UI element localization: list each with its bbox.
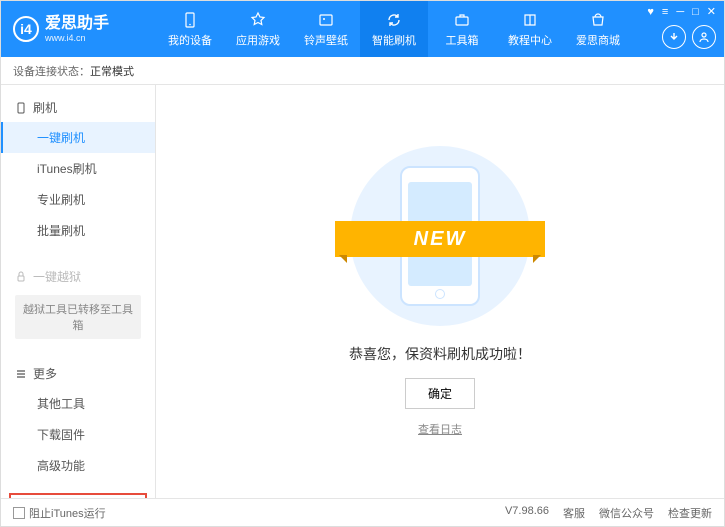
download-icon[interactable] bbox=[662, 25, 686, 49]
nav-flash[interactable]: 智能刷机 bbox=[360, 1, 428, 57]
sidebar-header-label: 刷机 bbox=[33, 99, 57, 116]
ok-button[interactable]: 确定 bbox=[405, 378, 475, 409]
nav-my-device[interactable]: 我的设备 bbox=[156, 1, 224, 57]
phone-icon bbox=[15, 102, 27, 114]
nav-tutorials[interactable]: 教程中心 bbox=[496, 1, 564, 57]
jailbreak-note: 越狱工具已转移至工具箱 bbox=[15, 295, 141, 339]
checkbox-icon bbox=[13, 507, 25, 519]
logo-text: 爱思助手 bbox=[45, 16, 109, 32]
apps-icon bbox=[249, 11, 267, 29]
window-controls: ♥ ≡ ─ □ ✕ bbox=[647, 5, 716, 18]
status-label: 设备连接状态： bbox=[13, 63, 90, 79]
logo-url: www.i4.cn bbox=[45, 34, 109, 43]
logo-area: i4 爱思助手 www.i4.cn bbox=[1, 16, 156, 43]
nav-ringtones[interactable]: 铃声壁纸 bbox=[292, 1, 360, 57]
sidebar-item-pro[interactable]: 专业刷机 bbox=[1, 184, 155, 215]
header: i4 爱思助手 www.i4.cn 我的设备 应用游戏 铃声壁纸 智能刷机 工具… bbox=[1, 1, 724, 57]
sidebar-item-batch[interactable]: 批量刷机 bbox=[1, 215, 155, 246]
version-label: V7.98.66 bbox=[505, 505, 549, 521]
status-bar: 设备连接状态： 正常模式 bbox=[1, 57, 724, 85]
refresh-icon bbox=[385, 11, 403, 29]
lock-icon bbox=[15, 271, 27, 283]
device-icon bbox=[181, 11, 199, 29]
view-log-link[interactable]: 查看日志 bbox=[418, 421, 462, 437]
maximize-icon[interactable]: □ bbox=[692, 6, 699, 18]
new-ribbon: NEW bbox=[335, 221, 545, 257]
sidebar-more-header[interactable]: 更多 bbox=[1, 359, 155, 388]
minimize-icon[interactable]: ─ bbox=[676, 6, 684, 18]
main-content: NEW 恭喜您，保资料刷机成功啦！ 确定 查看日志 bbox=[156, 85, 724, 498]
nav-label: 我的设备 bbox=[168, 32, 212, 48]
sidebar-flash-header[interactable]: 刷机 bbox=[1, 93, 155, 122]
nav-label: 工具箱 bbox=[446, 32, 479, 48]
list-icon bbox=[15, 368, 27, 380]
status-value: 正常模式 bbox=[90, 63, 134, 79]
support-link[interactable]: 客服 bbox=[563, 505, 585, 521]
book-icon bbox=[521, 11, 539, 29]
user-icon[interactable] bbox=[692, 25, 716, 49]
nav-label: 教程中心 bbox=[508, 32, 552, 48]
nav-shop[interactable]: 爱思商城 bbox=[564, 1, 632, 57]
sidebar-jailbreak-header: 一键越狱 bbox=[1, 262, 155, 291]
sidebar-item-advanced[interactable]: 高级功能 bbox=[1, 450, 155, 481]
sidebar-item-oneclick[interactable]: 一键刷机 bbox=[1, 122, 155, 153]
sidebar-item-download[interactable]: 下载固件 bbox=[1, 419, 155, 450]
shop-icon bbox=[589, 11, 607, 29]
checkbox-label: 阻止iTunes运行 bbox=[29, 505, 106, 521]
nav-label: 应用游戏 bbox=[236, 32, 280, 48]
success-illustration: NEW bbox=[350, 146, 530, 326]
nav-toolbox[interactable]: 工具箱 bbox=[428, 1, 496, 57]
update-link[interactable]: 检查更新 bbox=[668, 505, 712, 521]
nav-label: 铃声壁纸 bbox=[304, 32, 348, 48]
sidebar-item-othertool[interactable]: 其他工具 bbox=[1, 388, 155, 419]
sidebar-item-itunes[interactable]: iTunes刷机 bbox=[1, 153, 155, 184]
block-itunes-checkbox[interactable]: 阻止iTunes运行 bbox=[13, 505, 106, 521]
nav-apps[interactable]: 应用游戏 bbox=[224, 1, 292, 57]
wechat-link[interactable]: 微信公众号 bbox=[599, 505, 654, 521]
user-area bbox=[662, 25, 716, 49]
sidebar-header-label: 更多 bbox=[33, 365, 57, 382]
footer: 阻止iTunes运行 V7.98.66 客服 微信公众号 检查更新 bbox=[1, 498, 724, 526]
sidebar: 刷机 一键刷机 iTunes刷机 专业刷机 批量刷机 一键越狱 越狱工具已转移至… bbox=[1, 85, 156, 498]
close-icon[interactable]: ✕ bbox=[707, 5, 716, 18]
image-icon bbox=[317, 11, 335, 29]
toolbox-icon bbox=[453, 11, 471, 29]
settings-icon[interactable]: ≡ bbox=[662, 6, 668, 18]
nav-label: 智能刷机 bbox=[372, 32, 416, 48]
top-nav: 我的设备 应用游戏 铃声壁纸 智能刷机 工具箱 教程中心 爱思商城 bbox=[156, 1, 632, 57]
logo-icon: i4 bbox=[13, 16, 39, 42]
menu-icon[interactable]: ♥ bbox=[647, 6, 654, 18]
sidebar-header-label: 一键越狱 bbox=[33, 268, 81, 285]
nav-label: 爱思商城 bbox=[576, 32, 620, 48]
success-message: 恭喜您，保资料刷机成功啦！ bbox=[349, 344, 531, 364]
